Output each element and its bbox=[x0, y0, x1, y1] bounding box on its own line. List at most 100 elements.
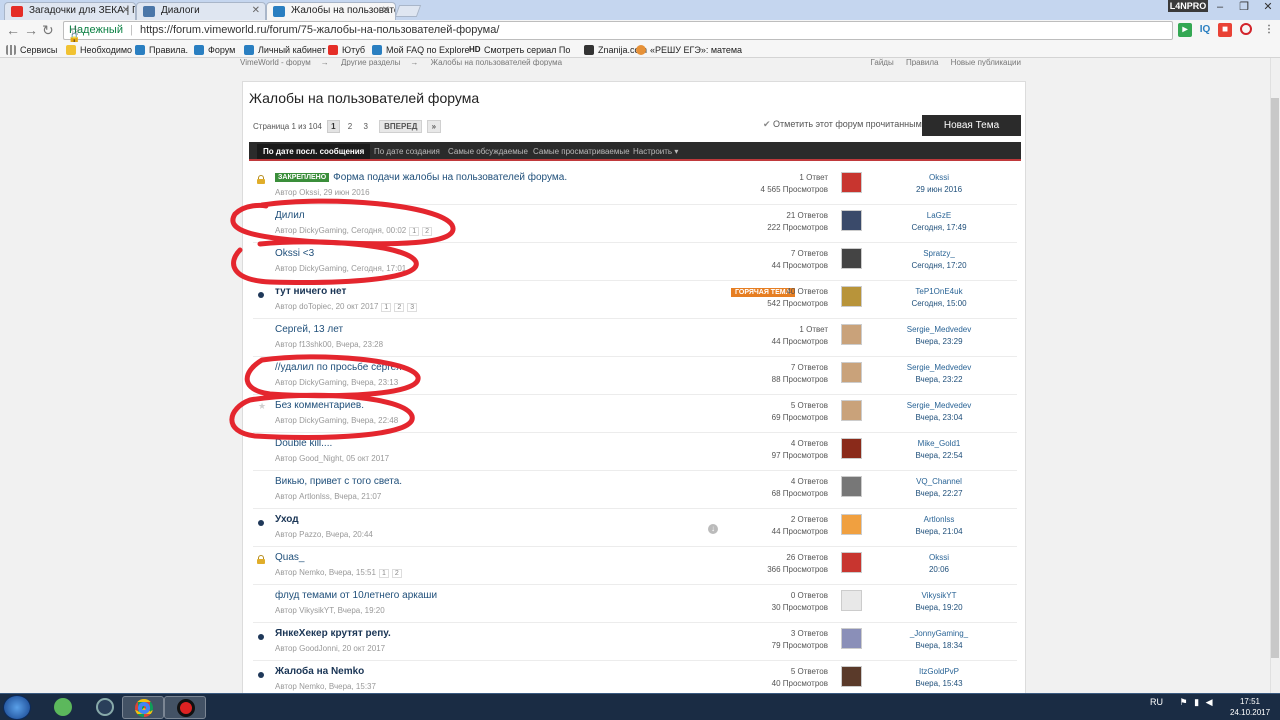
last-post-user[interactable]: TeP1OnE4uk bbox=[883, 286, 995, 298]
iq-extension[interactable]: IQ bbox=[1198, 23, 1212, 37]
bookmark-star-icon[interactable]: ☆ bbox=[69, 22, 1166, 39]
last-post-user[interactable]: LaGzE bbox=[883, 210, 995, 222]
tray-flag-icon[interactable]: ⚑ bbox=[1180, 697, 1188, 707]
avatar[interactable] bbox=[841, 438, 862, 459]
bookmark-rules[interactable]: Правила. bbox=[135, 44, 188, 56]
last-post-user[interactable]: Sergie_Medvedev bbox=[883, 362, 995, 374]
topic-title[interactable]: Double kill.... bbox=[275, 438, 332, 449]
last-post-user[interactable]: ItzGoldPvP bbox=[883, 666, 995, 678]
topic-title[interactable]: ЯнкеХекер крутят репу. bbox=[275, 628, 391, 639]
topic-title[interactable]: //удалил по просьбе сергея bbox=[275, 362, 402, 373]
topic-row[interactable]: Жалоба на Nemko Автор Nemko, Вчера, 15:37… bbox=[253, 661, 1017, 693]
scrollbar-thumb[interactable] bbox=[1271, 98, 1279, 658]
avatar[interactable] bbox=[841, 552, 862, 573]
opera-icon[interactable] bbox=[1240, 23, 1252, 35]
menu-icon[interactable]: ⋮ bbox=[1262, 23, 1276, 37]
new-topic-button[interactable]: Новая Тема bbox=[922, 115, 1021, 136]
bookmark-services[interactable]: Сервисы bbox=[6, 44, 57, 56]
taskbar-app-chrome[interactable] bbox=[122, 696, 164, 719]
avatar[interactable] bbox=[841, 400, 862, 421]
ext-green-icon[interactable]: ▸ bbox=[1178, 23, 1192, 37]
last-post-date[interactable]: Вчера, 22:54 bbox=[883, 450, 995, 462]
bookmark-youtube[interactable]: Ютуб bbox=[328, 44, 365, 56]
mark-read-link[interactable]: ✔ Отметить этот форум прочитанным bbox=[763, 119, 922, 130]
close-icon[interactable]: ✕ bbox=[122, 5, 130, 16]
taskbar-app-recorder[interactable] bbox=[164, 696, 206, 719]
topic-title[interactable]: Викью, привет с того света. bbox=[275, 476, 402, 487]
taskbar-app-steam[interactable] bbox=[84, 696, 126, 719]
avatar[interactable] bbox=[841, 590, 862, 611]
browser-tab-2[interactable]: Диалоги ✕ bbox=[136, 2, 266, 20]
avatar[interactable] bbox=[841, 476, 862, 497]
topic-title[interactable]: ЗАКРЕПЛЕНО Форма подачи жалобы на пользов… bbox=[275, 172, 567, 183]
bookmark-necessary[interactable]: Необходимо bbox=[66, 44, 132, 56]
last-post-date[interactable]: Сегодня, 17:49 bbox=[883, 222, 995, 234]
topic-row[interactable]: Дилил Автор DickyGaming, Сегодня, 00:02 1 2… bbox=[253, 205, 1017, 243]
last-post-date[interactable]: Вчера, 23:04 bbox=[883, 412, 995, 424]
topic-title[interactable]: флуд темами от 10летнего аркаши bbox=[275, 590, 437, 601]
star-icon[interactable]: ★ bbox=[258, 401, 266, 412]
last-post-user[interactable]: Okssi bbox=[883, 552, 995, 564]
topic-row[interactable]: //удалил по просьбе сергея Автор DickyGam… bbox=[253, 357, 1017, 395]
last-post-user[interactable]: Spratzy_ bbox=[883, 248, 995, 260]
sort-tab-last-post[interactable]: По дате посл. сообщения bbox=[257, 144, 371, 159]
topic-title[interactable]: Okssi <3 bbox=[275, 248, 314, 259]
bookmark-account[interactable]: Личный кабинет bbox=[244, 44, 326, 56]
bookmark-series[interactable]: HD Смотреть сериал По bbox=[469, 44, 570, 56]
avatar[interactable] bbox=[841, 628, 862, 649]
topic-title[interactable]: Дилил bbox=[275, 210, 305, 221]
topic-row[interactable]: Викью, привет с того света. Автор Artlonl… bbox=[253, 471, 1017, 509]
topic-page-link[interactable]: 1 bbox=[378, 569, 389, 578]
browser-tab-3[interactable]: Жалобы на пользовате ✕ bbox=[266, 2, 396, 20]
topic-title[interactable]: Без комментариев. bbox=[275, 400, 364, 411]
topic-page-link[interactable]: 3 bbox=[407, 303, 418, 312]
avatar[interactable] bbox=[841, 248, 862, 269]
last-post-date[interactable]: Вчера, 22:27 bbox=[883, 488, 995, 500]
page-link-2[interactable]: 2 bbox=[345, 121, 355, 132]
top-link-guides[interactable]: Гайды bbox=[871, 58, 894, 66]
avatar[interactable] bbox=[841, 286, 862, 307]
top-link-rules[interactable]: Правила bbox=[906, 58, 938, 66]
back-icon[interactable]: ← bbox=[6, 23, 20, 37]
reload-icon[interactable]: ↻ bbox=[42, 23, 54, 37]
volume-icon[interactable]: ◀ bbox=[1206, 697, 1213, 707]
maximize-icon[interactable]: ❐ bbox=[1232, 0, 1256, 16]
new-tab-button[interactable] bbox=[394, 5, 422, 17]
browser-tab-1[interactable]: Загадочки для ЗЕКА | П ✕ bbox=[4, 2, 136, 20]
avatar[interactable] bbox=[841, 324, 862, 345]
last-post-user[interactable]: VQ_Channel bbox=[883, 476, 995, 488]
scrollbar[interactable] bbox=[1270, 58, 1280, 693]
bookmark-faq[interactable]: Мой FAQ по Explore bbox=[372, 44, 470, 56]
topic-title[interactable]: тут ничего нет bbox=[275, 286, 346, 297]
page-link-1[interactable]: 1 bbox=[327, 120, 340, 133]
last-post-date[interactable]: Вчера, 21:04 bbox=[883, 526, 995, 538]
last-post-date[interactable]: Вчера, 18:34 bbox=[883, 640, 995, 652]
last-post-user[interactable]: Okssi bbox=[883, 172, 995, 184]
topic-page-link[interactable]: 1 bbox=[409, 227, 420, 236]
profile-badge[interactable]: L4NPRO bbox=[1168, 0, 1208, 12]
topic-title[interactable]: Уход bbox=[275, 514, 299, 525]
topic-page-link[interactable]: 2 bbox=[422, 227, 433, 236]
sort-tab-created[interactable]: По дате создания bbox=[374, 147, 440, 156]
network-icon[interactable]: ▮ bbox=[1194, 697, 1199, 707]
avatar[interactable] bbox=[841, 666, 862, 687]
avatar[interactable] bbox=[841, 172, 862, 193]
last-post-user[interactable]: Artlonlss bbox=[883, 514, 995, 526]
topic-row[interactable]: ★ Без комментариев. Автор DickyGaming, Вче… bbox=[253, 395, 1017, 433]
topic-row[interactable]: Сергей, 13 лет Автор f13shk00, Вчера, 23:… bbox=[253, 319, 1017, 357]
next-page-button[interactable]: ВПЕРЕД bbox=[379, 120, 423, 133]
topic-row[interactable]: флуд темами от 10летнего аркаши Автор Vik… bbox=[253, 585, 1017, 623]
last-post-user[interactable]: _JonnyGaming_ bbox=[883, 628, 995, 640]
bookmark-reshu-ege[interactable]: «РЕШУ ЕГЭ»: матема bbox=[636, 44, 742, 56]
last-post-user[interactable]: Mike_Gold1 bbox=[883, 438, 995, 450]
last-post-date[interactable]: Сегодня, 17:20 bbox=[883, 260, 995, 272]
forward-icon[interactable]: → bbox=[24, 23, 38, 37]
breadcrumb-item[interactable]: Другие разделы bbox=[341, 58, 400, 66]
minimize-icon[interactable]: – bbox=[1208, 0, 1232, 16]
last-post-user[interactable]: VikysikYT bbox=[883, 590, 995, 602]
last-page-button[interactable]: » bbox=[426, 120, 442, 133]
topic-row[interactable]: Okssi <3 Автор DickyGaming, Сегодня, 17:0… bbox=[253, 243, 1017, 281]
topic-title[interactable]: Quas_ bbox=[275, 552, 304, 563]
avatar[interactable] bbox=[841, 514, 862, 535]
topic-title[interactable]: Жалоба на Nemko bbox=[275, 666, 364, 677]
